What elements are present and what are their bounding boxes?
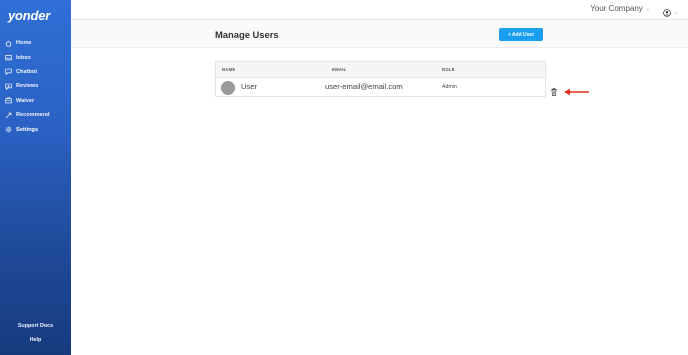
sidebar-item-label: Chatbot xyxy=(16,68,38,75)
sidebar-nav: Home Inbox Chatbot Reviews Waiver Recomm… xyxy=(0,36,71,137)
chevron-down-icon: ⌄ xyxy=(645,5,650,12)
reviews-icon xyxy=(5,83,12,90)
user-name: User xyxy=(241,82,258,91)
column-header-name[interactable]: NAME xyxy=(222,67,236,72)
settings-icon xyxy=(5,126,12,133)
sidebar-item-inbox[interactable]: Inbox xyxy=(0,50,71,64)
sidebar-item-label: Home xyxy=(16,40,32,47)
sidebar-item-label: Reviews xyxy=(16,83,39,90)
support-docs-link[interactable]: Support Docs xyxy=(0,319,71,333)
sidebar-item-chatbot[interactable]: Chatbot xyxy=(0,65,71,79)
sidebar-item-recommend[interactable]: Recommend xyxy=(0,108,71,122)
sidebar-item-home[interactable]: Home xyxy=(0,36,71,50)
add-user-button[interactable]: + Add User xyxy=(499,28,543,41)
trash-icon[interactable] xyxy=(551,83,557,96)
user-email: user-email@email.com xyxy=(325,82,403,91)
logo[interactable]: yonder xyxy=(8,8,50,23)
waiver-icon xyxy=(5,97,12,104)
company-name: Your Company xyxy=(590,4,643,13)
table-row[interactable]: User user-email@email.com Admin xyxy=(216,78,545,97)
avatar xyxy=(221,81,235,95)
page-header xyxy=(71,20,688,48)
top-bar: Your Company ⌄ ⌄ xyxy=(71,0,688,20)
chat-icon xyxy=(5,68,12,76)
sidebar-item-label: Waiver xyxy=(16,97,35,104)
chevron-down-icon: ⌄ xyxy=(673,10,678,16)
column-header-role[interactable]: ROLE xyxy=(442,67,455,72)
table-header: NAME EMAIL ROLE xyxy=(216,62,545,78)
arrow-left-icon xyxy=(563,83,590,96)
sidebar-item-reviews[interactable]: Reviews xyxy=(0,79,71,93)
sidebar-footer: Support Docs Help xyxy=(0,319,71,347)
recommend-icon xyxy=(5,112,12,119)
column-header-email[interactable]: EMAIL xyxy=(332,67,347,72)
users-table: NAME EMAIL ROLE User user-email@email.co… xyxy=(215,61,546,97)
help-link[interactable]: Help xyxy=(0,333,71,347)
company-selector[interactable]: Your Company ⌄ xyxy=(590,4,650,13)
page-title: Manage Users xyxy=(215,29,279,40)
home-icon xyxy=(5,40,12,47)
sidebar: yonder Home Inbox Chatbot Reviews Waiver… xyxy=(0,0,71,355)
sidebar-item-waiver[interactable]: Waiver xyxy=(0,94,71,108)
user-role: Admin xyxy=(442,84,457,90)
sidebar-item-label: Settings xyxy=(16,126,39,133)
sidebar-item-label: Inbox xyxy=(16,54,31,61)
inbox-icon xyxy=(5,54,12,61)
sidebar-item-settings[interactable]: Settings xyxy=(0,122,71,136)
sidebar-item-label: Recommend xyxy=(16,112,50,119)
